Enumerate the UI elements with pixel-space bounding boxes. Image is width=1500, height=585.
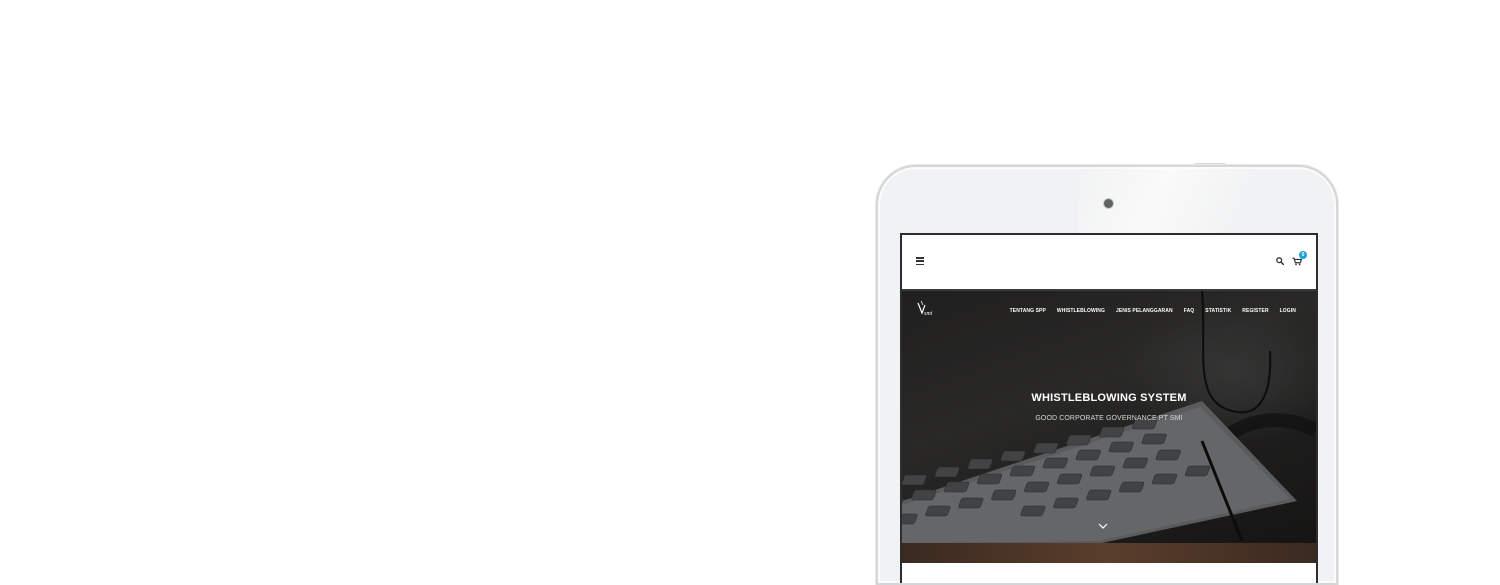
tablet-device: 0 smi TENTANG SPP WHISTLEBLOWING JENIS P… <box>876 165 1338 585</box>
nav-item-jenis-pelanggaran[interactable]: JENIS PELANGGARAN <box>1116 308 1173 314</box>
next-section-preview <box>902 543 1316 563</box>
chevron-down-icon[interactable] <box>1098 522 1108 530</box>
nav-item-whistleblowing[interactable]: WHISTLEBLOWING <box>1057 308 1105 314</box>
hamburger-icon[interactable] <box>916 257 924 265</box>
browser-toolbar: 0 <box>902 235 1316 291</box>
camera-icon <box>1104 199 1113 208</box>
site-logo[interactable]: smi <box>916 301 940 319</box>
hero-title: WHISTLEBLOWING SYSTEM <box>1031 392 1187 404</box>
nav-item-faq[interactable]: FAQ <box>1184 308 1195 314</box>
nav-item-register[interactable]: REGISTER <box>1242 308 1268 314</box>
nav-item-tentang-spp[interactable]: TENTANG SPP <box>1010 308 1046 314</box>
nav-item-login[interactable]: LOGIN <box>1280 308 1296 314</box>
tablet-screen: 0 smi TENTANG SPP WHISTLEBLOWING JENIS P… <box>900 233 1318 583</box>
hero-subtitle: GOOD CORPORATE GOVERNANCE PT SMI <box>1035 415 1183 422</box>
cart-count-badge: 0 <box>1299 251 1307 259</box>
svg-text:smi: smi <box>924 311 933 317</box>
search-icon[interactable] <box>1276 257 1284 265</box>
nav-item-statistik[interactable]: STATISTIK <box>1205 308 1231 314</box>
main-navigation: TENTANG SPP WHISTLEBLOWING JENIS PELANGG… <box>1010 308 1296 314</box>
hero-section: smi TENTANG SPP WHISTLEBLOWING JENIS PEL… <box>902 291 1316 543</box>
